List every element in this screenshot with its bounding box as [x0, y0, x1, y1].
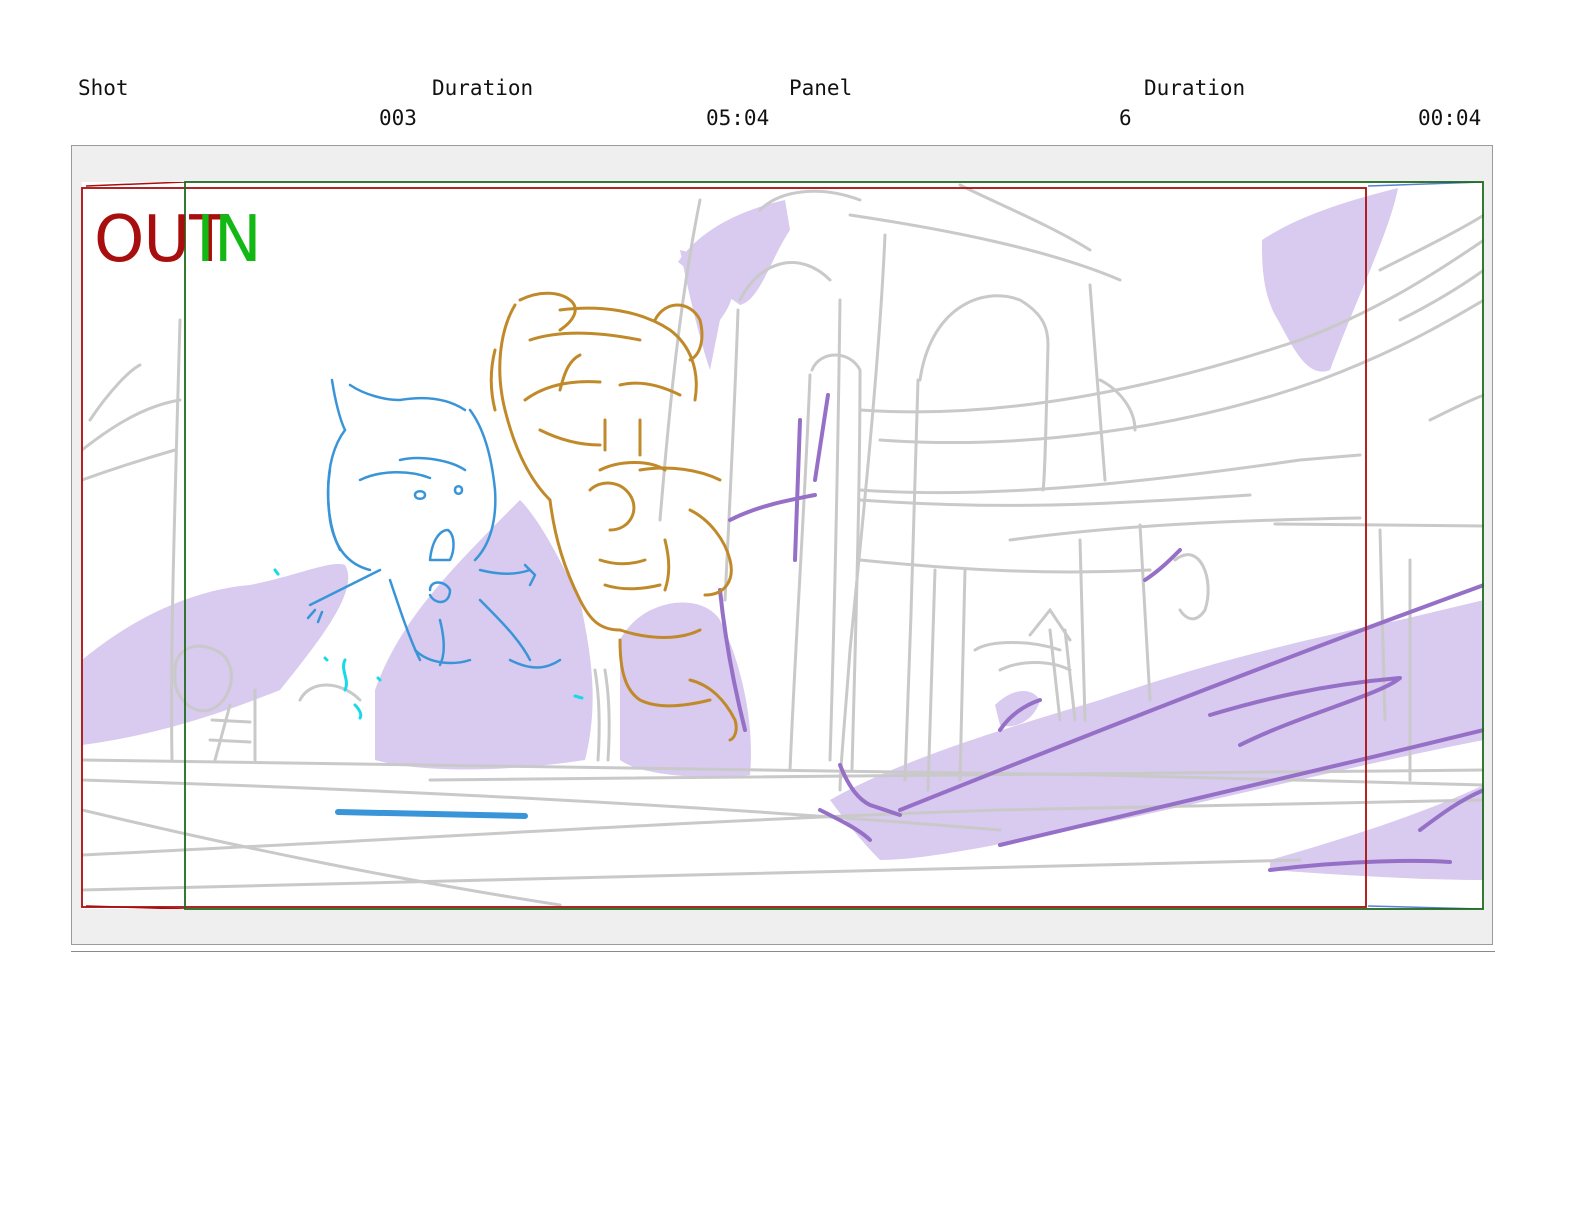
storyboard-sketch	[81, 181, 1484, 910]
blue-speed-line	[335, 809, 528, 819]
bottom-divider	[71, 951, 1495, 952]
in-mark: IN	[196, 203, 262, 277]
